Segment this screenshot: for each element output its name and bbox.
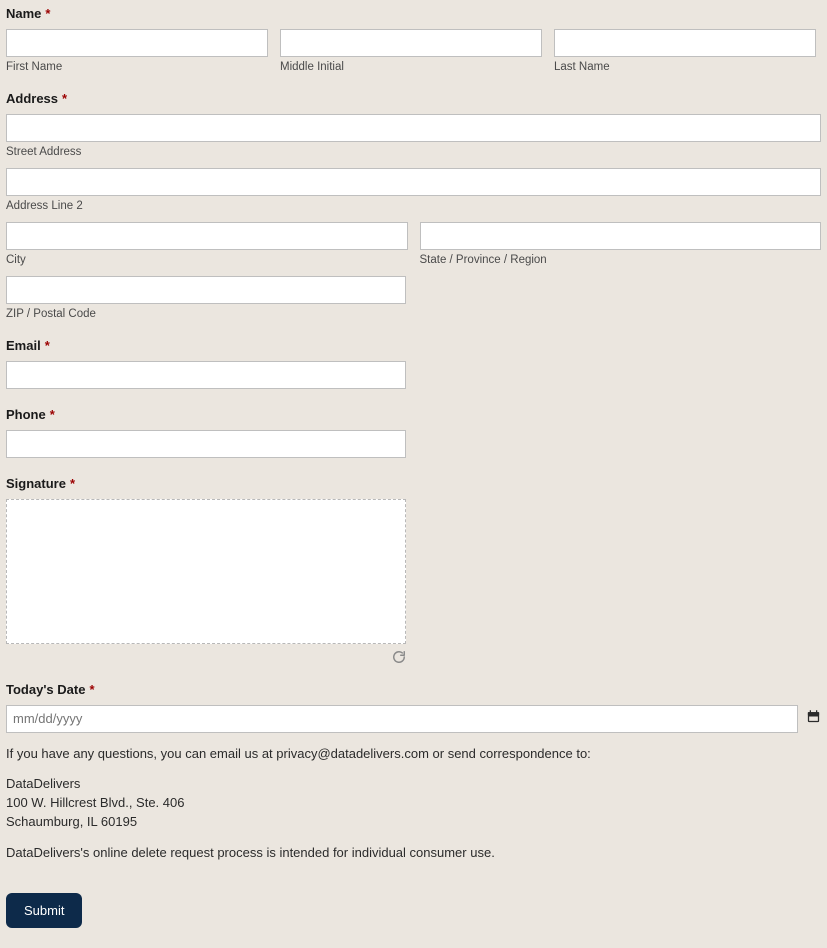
- signature-label: Signature: [6, 476, 66, 491]
- name-required: *: [45, 6, 50, 21]
- date-input[interactable]: [6, 705, 798, 733]
- phone-input[interactable]: [6, 430, 406, 458]
- zip-input[interactable]: [6, 276, 406, 304]
- address-required: *: [62, 91, 67, 106]
- state-sublabel: State / Province / Region: [420, 254, 822, 266]
- signature-group: Signature *: [6, 476, 821, 664]
- info-addr2: 100 W. Hillcrest Blvd., Ste. 406: [6, 795, 184, 810]
- phone-group: Phone *: [6, 407, 821, 458]
- name-group: Name * First Name Middle Initial Last Nam…: [6, 6, 821, 73]
- signature-required: *: [70, 476, 75, 491]
- refresh-icon[interactable]: [392, 648, 406, 663]
- name-label: Name: [6, 6, 41, 21]
- email-required: *: [45, 338, 50, 353]
- date-group: Today's Date *: [6, 682, 821, 733]
- street-address-input[interactable]: [6, 114, 821, 142]
- middle-initial-input[interactable]: [280, 29, 542, 57]
- signature-label-row: Signature *: [6, 476, 821, 491]
- email-label: Email: [6, 338, 41, 353]
- zip-sublabel: ZIP / Postal Code: [6, 308, 406, 320]
- email-group: Email *: [6, 338, 821, 389]
- street-address-sublabel: Street Address: [6, 146, 821, 158]
- info-line2: DataDelivers's online delete request pro…: [6, 844, 821, 863]
- first-name-input[interactable]: [6, 29, 268, 57]
- last-name-input[interactable]: [554, 29, 816, 57]
- state-input[interactable]: [420, 222, 822, 250]
- date-label: Today's Date: [6, 682, 85, 697]
- address-label: Address: [6, 91, 58, 106]
- phone-label-row: Phone *: [6, 407, 821, 422]
- submit-button[interactable]: Submit: [6, 893, 82, 928]
- phone-required: *: [50, 407, 55, 422]
- city-sublabel: City: [6, 254, 408, 266]
- info-addr1: DataDelivers: [6, 776, 80, 791]
- address-group: Address * Street Address Address Line 2 C…: [6, 91, 821, 320]
- info-block: If you have any questions, you can email…: [6, 745, 821, 863]
- name-label-row: Name *: [6, 6, 821, 21]
- first-name-sublabel: First Name: [6, 61, 268, 73]
- signature-pad[interactable]: [6, 499, 406, 644]
- signature-refresh-row: [6, 648, 406, 664]
- calendar-icon[interactable]: [806, 709, 821, 728]
- address-line2-sublabel: Address Line 2: [6, 200, 821, 212]
- info-addr3: Schaumburg, IL 60195: [6, 814, 137, 829]
- date-label-row: Today's Date *: [6, 682, 821, 697]
- middle-initial-sublabel: Middle Initial: [280, 61, 542, 73]
- date-required: *: [89, 682, 94, 697]
- address-label-row: Address *: [6, 91, 821, 106]
- phone-label: Phone: [6, 407, 46, 422]
- address-line2-input[interactable]: [6, 168, 821, 196]
- last-name-sublabel: Last Name: [554, 61, 816, 73]
- email-input[interactable]: [6, 361, 406, 389]
- info-line1: If you have any questions, you can email…: [6, 745, 821, 764]
- city-input[interactable]: [6, 222, 408, 250]
- email-label-row: Email *: [6, 338, 821, 353]
